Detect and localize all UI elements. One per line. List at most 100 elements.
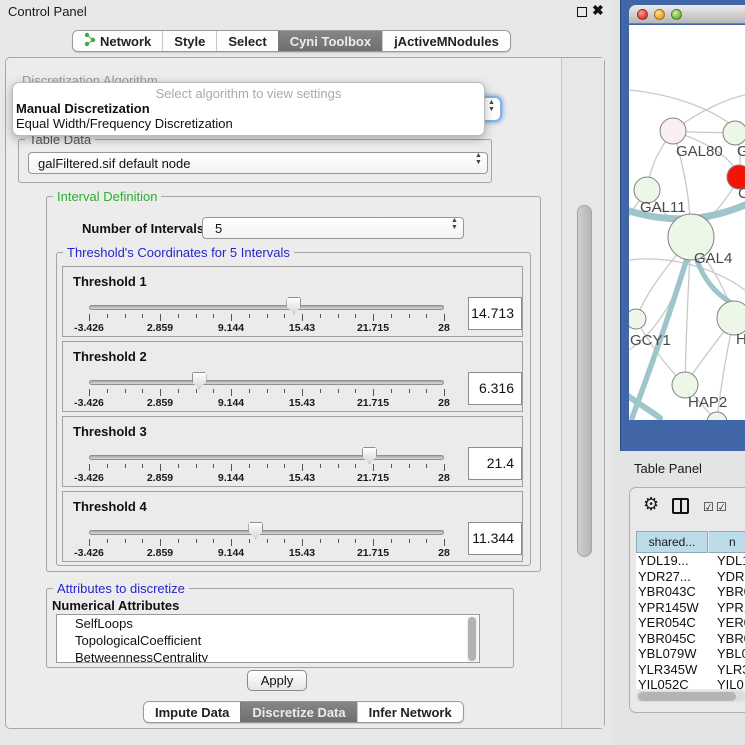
table-row[interactable]: YER054CYER0 bbox=[636, 615, 745, 631]
window-zoom-icon[interactable] bbox=[671, 9, 682, 20]
column-layout-icon[interactable] bbox=[672, 498, 689, 514]
top-tabbar: Network Style Select Cyni Toolbox jActiv… bbox=[72, 30, 511, 52]
slider-track[interactable] bbox=[89, 455, 444, 460]
threshold-value-field[interactable]: 6.316 bbox=[468, 372, 522, 405]
tab-select[interactable]: Select bbox=[216, 31, 277, 51]
dropdown-option-manual[interactable]: Manual Discretization bbox=[13, 101, 484, 116]
slider-tick bbox=[320, 464, 321, 468]
dropdown-option-equal-width[interactable]: Equal Width/Frequency Discretization bbox=[13, 116, 484, 131]
slider-thumb[interactable] bbox=[286, 297, 301, 314]
network-node[interactable] bbox=[723, 121, 745, 145]
table-row[interactable]: YLR345WYLR3 bbox=[636, 662, 745, 678]
tab-cyni-toolbox[interactable]: Cyni Toolbox bbox=[278, 31, 382, 51]
slider-tick-label: -3.426 bbox=[74, 397, 104, 409]
cell-shared-name: YLR345W bbox=[636, 662, 708, 678]
slider-tick bbox=[373, 539, 374, 546]
threshold-value-field[interactable]: 11.344 bbox=[468, 522, 522, 555]
cell-name: YIL0 bbox=[708, 677, 745, 689]
cell-name: YLR3 bbox=[708, 662, 745, 678]
close-icon[interactable]: ✖ bbox=[592, 2, 604, 19]
checkbox-icon[interactable]: ☑ bbox=[703, 500, 714, 514]
slider-tick bbox=[373, 314, 374, 321]
table-row[interactable]: YDR27...YDR2 bbox=[636, 569, 745, 585]
combo-stepper-icon[interactable]: ▲▼ bbox=[449, 220, 460, 236]
combo-stepper-icon[interactable]: ▲▼ bbox=[473, 155, 484, 171]
slider-tick-label: 21.715 bbox=[357, 322, 389, 334]
tab-network[interactable]: Network bbox=[73, 31, 162, 51]
table-row[interactable]: YBL079WYBL0 bbox=[636, 646, 745, 662]
column-header-name[interactable]: n bbox=[709, 531, 745, 553]
gear-icon[interactable]: ⚙ bbox=[643, 495, 659, 513]
checkbox-icon[interactable]: ☑ bbox=[716, 500, 727, 514]
list-scrollbar-track[interactable] bbox=[467, 616, 478, 663]
list-item[interactable]: SelfLoops bbox=[57, 615, 479, 632]
number-of-intervals-value: 5 bbox=[215, 221, 222, 236]
table-data-combobox[interactable]: galFiltered.sif default node ▲▼ bbox=[28, 152, 488, 174]
float-window-icon[interactable] bbox=[577, 7, 587, 17]
slider-track[interactable] bbox=[89, 305, 444, 310]
network-node-label: GAL4 bbox=[694, 250, 732, 267]
slider-tick-label: 2.859 bbox=[147, 322, 173, 334]
network-node[interactable] bbox=[629, 309, 646, 329]
list-item[interactable]: BetweennessCentrality bbox=[57, 649, 479, 663]
slider-tick bbox=[355, 389, 356, 393]
slider-track[interactable] bbox=[89, 380, 444, 385]
slider-tick bbox=[320, 314, 321, 318]
network-node[interactable] bbox=[717, 301, 745, 335]
bottom-tabbar: Impute Data Discretize Data Infer Networ… bbox=[143, 701, 464, 723]
slider-tick bbox=[320, 389, 321, 393]
column-header-shared[interactable]: shared... bbox=[636, 531, 708, 553]
app-screen: Control Panel ✖ Network Style Select Cyn… bbox=[0, 0, 745, 745]
network-node-label: H bbox=[736, 331, 745, 348]
slider-tick bbox=[391, 389, 392, 393]
number-of-intervals-combobox[interactable]: 5 ▲▼ bbox=[202, 217, 464, 239]
slider-tick bbox=[89, 389, 90, 396]
tab-impute-data[interactable]: Impute Data bbox=[144, 702, 240, 722]
table-hscrollbar-thumb[interactable] bbox=[638, 692, 736, 701]
network-node[interactable] bbox=[660, 118, 686, 144]
slider-tick bbox=[142, 314, 143, 318]
slider-thumb[interactable] bbox=[192, 372, 207, 389]
slider-tick bbox=[178, 389, 179, 393]
table-row[interactable]: YBR043CYBR0 bbox=[636, 584, 745, 600]
threshold-value-field[interactable]: 21.4 bbox=[468, 447, 522, 480]
list-item[interactable]: TopologicalCoefficient bbox=[57, 632, 479, 649]
slider-tick bbox=[142, 389, 143, 393]
slider-tick bbox=[107, 389, 108, 393]
window-minimize-icon[interactable] bbox=[654, 9, 665, 20]
table-row[interactable]: YDL19...YDL1 bbox=[636, 553, 745, 569]
slider-track[interactable] bbox=[89, 530, 444, 535]
slider-tick bbox=[426, 539, 427, 543]
tab-infer-network[interactable]: Infer Network bbox=[357, 702, 463, 722]
table-row[interactable]: YPR145WYPR1 bbox=[636, 600, 745, 616]
network-node-label: GAL11 bbox=[640, 199, 686, 216]
tab-jactivemnodules[interactable]: jActiveMNodules bbox=[382, 31, 510, 51]
combo-stepper-icon[interactable]: ▲▼ bbox=[486, 102, 497, 118]
slider-tick-label: 28 bbox=[438, 322, 450, 334]
threshold-label: Threshold 4 bbox=[73, 499, 147, 514]
slider-tick bbox=[338, 539, 339, 543]
slider-tick bbox=[391, 314, 392, 318]
table-body: YDL19...YDL1YDR27...YDR2YBR043CYBR0YPR14… bbox=[636, 553, 745, 689]
network-canvas[interactable]: GAL80GACGAL11GAL4GCY1HHAP2 bbox=[629, 25, 745, 420]
network-icon bbox=[84, 32, 96, 50]
slider-tick bbox=[196, 389, 197, 393]
threshold-value-field[interactable]: 14.713 bbox=[468, 297, 522, 330]
slider-thumb[interactable] bbox=[362, 447, 377, 464]
table-row[interactable]: YIL052CYIL0 bbox=[636, 677, 745, 689]
table-hscrollbar-track[interactable] bbox=[636, 691, 745, 702]
tab-style[interactable]: Style bbox=[162, 31, 216, 51]
threshold-label: Threshold 1 bbox=[73, 274, 147, 289]
slider-thumb[interactable] bbox=[248, 522, 263, 539]
slider-tick-label: 28 bbox=[438, 397, 450, 409]
cell-shared-name: YIL052C bbox=[636, 677, 708, 689]
slider-tick bbox=[338, 464, 339, 468]
apply-button[interactable]: Apply bbox=[247, 670, 307, 691]
list-scrollbar-thumb[interactable] bbox=[468, 617, 476, 661]
slider-tick bbox=[89, 464, 90, 471]
slider-tick bbox=[320, 539, 321, 543]
panel-scrollbar-thumb[interactable] bbox=[577, 205, 592, 557]
tab-discretize-data[interactable]: Discretize Data bbox=[240, 702, 356, 722]
window-close-icon[interactable] bbox=[637, 9, 648, 20]
table-row[interactable]: YBR045CYBR0 bbox=[636, 631, 745, 647]
